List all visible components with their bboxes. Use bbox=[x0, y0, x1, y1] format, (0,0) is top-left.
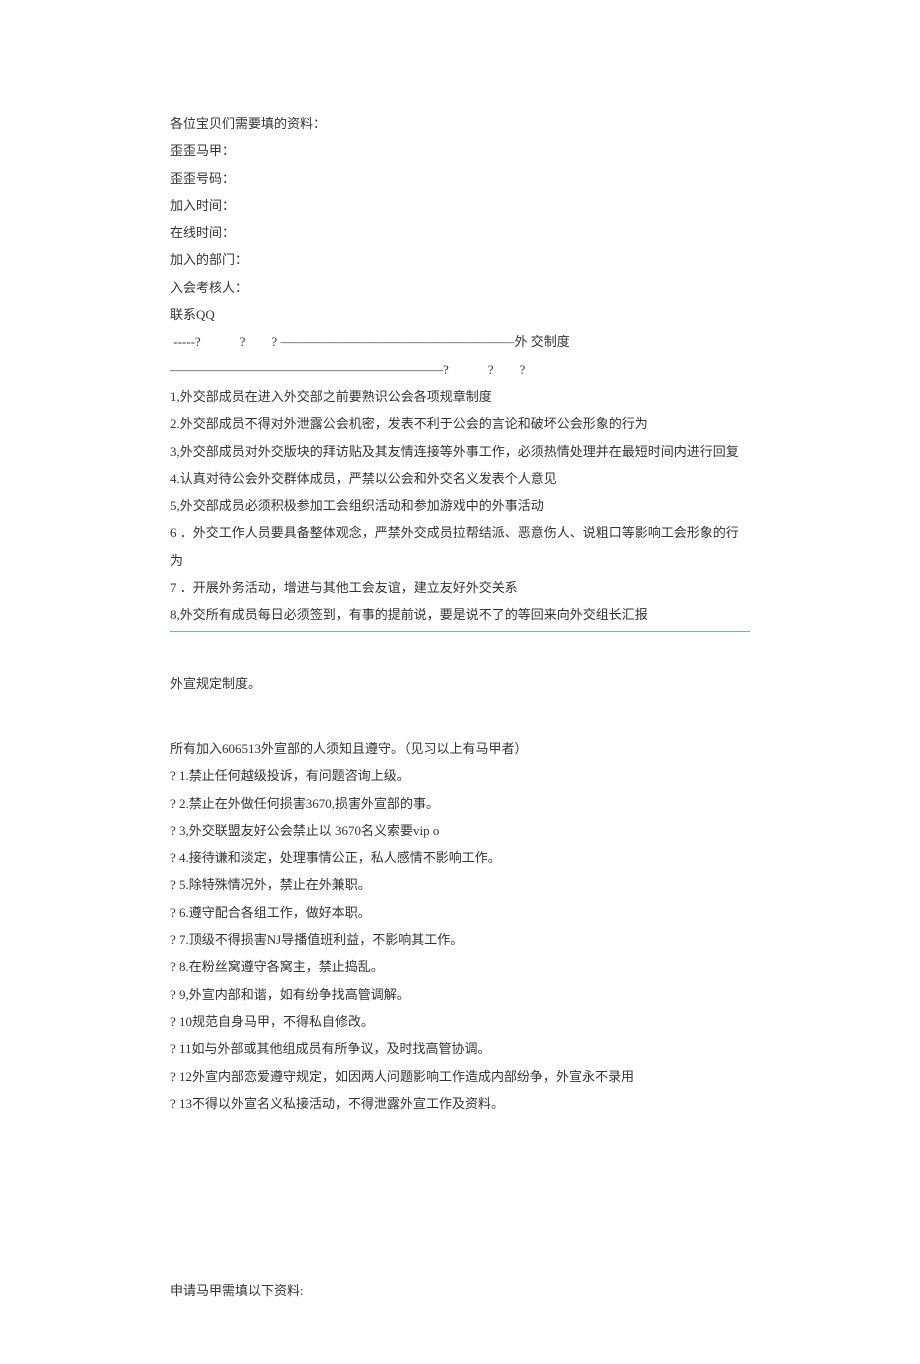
form-field: 加入的部门： bbox=[170, 246, 750, 273]
rule-item: ? 1.禁止任何越级投诉，有问题咨询上级。 bbox=[170, 762, 750, 789]
rule-item: ? 4.接待谦和淡定，处理事情公正，私人感情不影响工作。 bbox=[170, 844, 750, 871]
form-header: 各位宝贝们需要填的资料： bbox=[170, 110, 750, 137]
rule-item: ? 3,外交联盟友好公会禁止以 3670名义索要vip o bbox=[170, 817, 750, 844]
rule-item: ? 5.除特殊情况外，禁止在外兼职。 bbox=[170, 871, 750, 898]
rule-item: ? 6.遵守配合各组工作，做好本职。 bbox=[170, 899, 750, 926]
footer-text: 申请马甲需填以下资料: bbox=[170, 1277, 750, 1304]
section-b-intro: 所有加入606513外宣部的人须知且遵守。（见习以上有马甲者） bbox=[170, 735, 750, 762]
rule-item: 5,外交部成员必须积极参加工会组织活动和参加游戏中的外事活动 bbox=[170, 492, 750, 519]
rule-item: 4.认真对待公会外交群体成员，严禁以公会和外交名义发表个人意见 bbox=[170, 465, 750, 492]
rule-item: 7 ．开展外务活动，增进与其他工会友谊，建立友好外交关系 bbox=[170, 574, 750, 601]
form-field: 歪歪号码： bbox=[170, 165, 750, 192]
form-field: 入会考核人： bbox=[170, 274, 750, 301]
form-field: 加入时间： bbox=[170, 192, 750, 219]
rule-item: ? 12外宣内部恋爱遵守规定，如因两人问题影响工作造成内部纷争，外宣永不录用 bbox=[170, 1063, 750, 1090]
rule-item: ? 13不得以外宣名义私接活动，不得泄露外宣工作及资料。 bbox=[170, 1090, 750, 1117]
form-field: 歪歪马甲： bbox=[170, 137, 750, 164]
rule-item: ? 11如与外部或其他组成员有所争议，及时找高管协调。 bbox=[170, 1035, 750, 1062]
rule-item: ? 7.顶级不得损害NJ导播值班利益，不影响其工作。 bbox=[170, 926, 750, 953]
rule-item: ? 2.禁止在外做任何损害3670,损害外宣部的事。 bbox=[170, 790, 750, 817]
form-field: 在线时间： bbox=[170, 219, 750, 246]
section-b-title: 外宣规定制度。 bbox=[170, 670, 750, 697]
rule-item: 1,外交部成员在进入外交部之前要熟识公会各项规章制度 bbox=[170, 383, 750, 410]
rule-item: ? 8.在粉丝窝遵守各窝主，禁止捣乱。 bbox=[170, 953, 750, 980]
rule-item: 6 ．外交工作人员要具备整体观念，严禁外交成员拉帮结派、恶意伤人、说粗口等影响工… bbox=[170, 519, 750, 574]
rule-item: ? 9,外宣内部和谐，如有纷争找高管调解。 bbox=[170, 981, 750, 1008]
form-field: 联系QQ bbox=[170, 301, 750, 328]
rule-item: ? 10规范自身马甲，不得私自修改。 bbox=[170, 1008, 750, 1035]
rule-item: 2.外交部成员不得对外泄露公会机密，发表不利于公会的言论和破坏公会形象的行为 bbox=[170, 410, 750, 437]
rule-item: 8,外交所有成员每日必须签到，有事的提前说，要是说不了的等回来向外交组长汇报 bbox=[170, 601, 750, 628]
divider-line: -----? ? ? ——————————————————外 交制度 —————… bbox=[170, 328, 750, 383]
rule-item: 3,外交部成员对外交版块的拜访贴及其友情连接等外事工作，必须热情处理并在最短时间… bbox=[170, 438, 750, 465]
rules-section-a: 1,外交部成员在进入外交部之前要熟识公会各项规章制度 2.外交部成员不得对外泄露… bbox=[170, 383, 750, 632]
